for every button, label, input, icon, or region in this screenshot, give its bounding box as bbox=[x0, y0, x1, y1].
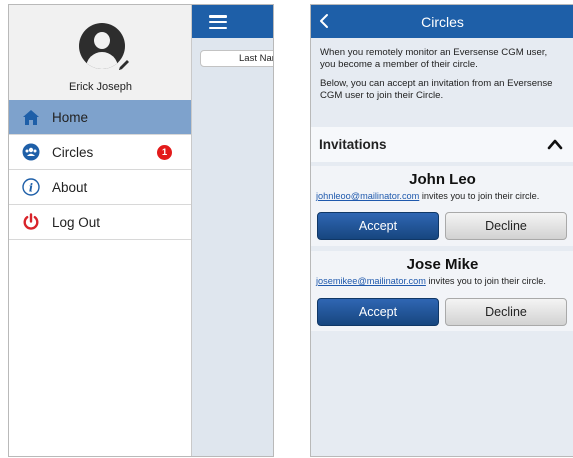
svg-text:i: i bbox=[29, 181, 33, 194]
invitations-section-header[interactable]: Invitations bbox=[311, 127, 573, 162]
profile-section: Erick Joseph bbox=[9, 5, 191, 100]
edit-pencil-icon[interactable] bbox=[117, 58, 131, 72]
menu-item-label: Home bbox=[52, 109, 89, 125]
menu-item-logout[interactable]: Log Out bbox=[9, 205, 191, 240]
circles-header-bar: Circles bbox=[311, 5, 573, 38]
invitation-message-line: johnleoo@mailinator.com invites you to j… bbox=[311, 191, 573, 201]
left-screen: Erick Joseph Home Circles 1 i About Log … bbox=[8, 4, 274, 457]
intro-paragraph: Below, you can accept an invitation from… bbox=[320, 78, 553, 101]
inviter-email-link[interactable]: johnleoo@mailinator.com bbox=[316, 191, 419, 201]
invitation-card: John Leo johnleoo@mailinator.com invites… bbox=[311, 166, 573, 246]
menu-item-label: Log Out bbox=[52, 214, 101, 230]
decline-button[interactable]: Decline bbox=[445, 212, 567, 240]
menu-item-home[interactable]: Home bbox=[9, 100, 191, 135]
power-icon bbox=[22, 213, 40, 231]
intro-paragraph: When you remotely monitor an Eversense C… bbox=[320, 47, 548, 70]
invitation-message: invites you to join their circle. bbox=[425, 276, 546, 286]
menu-item-label: About bbox=[52, 179, 88, 195]
inviter-name: John Leo bbox=[409, 171, 476, 188]
accept-button[interactable]: Accept bbox=[317, 212, 439, 240]
notification-badge: 1 bbox=[157, 145, 172, 160]
inviter-email-link[interactable]: josemikee@mailinator.com bbox=[316, 276, 426, 286]
chevron-up-icon[interactable] bbox=[547, 138, 563, 150]
circles-icon bbox=[22, 143, 40, 161]
invitations-title: Invitations bbox=[319, 137, 387, 152]
hamburger-menu-icon[interactable] bbox=[209, 15, 227, 30]
info-icon: i bbox=[22, 178, 40, 196]
top-bar bbox=[192, 5, 273, 38]
menu-item-label: Circles bbox=[52, 144, 94, 160]
intro-text: When you remotely monitor an Eversense C… bbox=[311, 38, 573, 101]
invitation-card: Jose Mike josemikee@mailinator.com invit… bbox=[311, 251, 573, 331]
accept-button[interactable]: Accept bbox=[317, 298, 439, 326]
decline-button[interactable]: Decline bbox=[445, 298, 567, 326]
page-title: Circles bbox=[421, 14, 464, 30]
last-name-tab[interactable]: Last Nar bbox=[200, 50, 273, 67]
home-icon bbox=[22, 108, 40, 126]
right-screen: Circles When you remotely monitor an Eve… bbox=[310, 4, 573, 457]
main-content-peek: Last Nar bbox=[192, 5, 273, 456]
invitation-message-line: josemikee@mailinator.com invites you to … bbox=[311, 276, 573, 286]
invitation-message: invites you to join their circle. bbox=[419, 191, 540, 201]
profile-name: Erick Joseph bbox=[69, 81, 132, 93]
menu-item-about[interactable]: i About bbox=[9, 170, 191, 205]
navigation-drawer: Erick Joseph Home Circles 1 i About Log … bbox=[9, 5, 192, 456]
inviter-name: Jose Mike bbox=[406, 256, 479, 273]
menu-item-circles[interactable]: Circles 1 bbox=[9, 135, 191, 170]
screenshot-stage: Erick Joseph Home Circles 1 i About Log … bbox=[0, 0, 573, 458]
